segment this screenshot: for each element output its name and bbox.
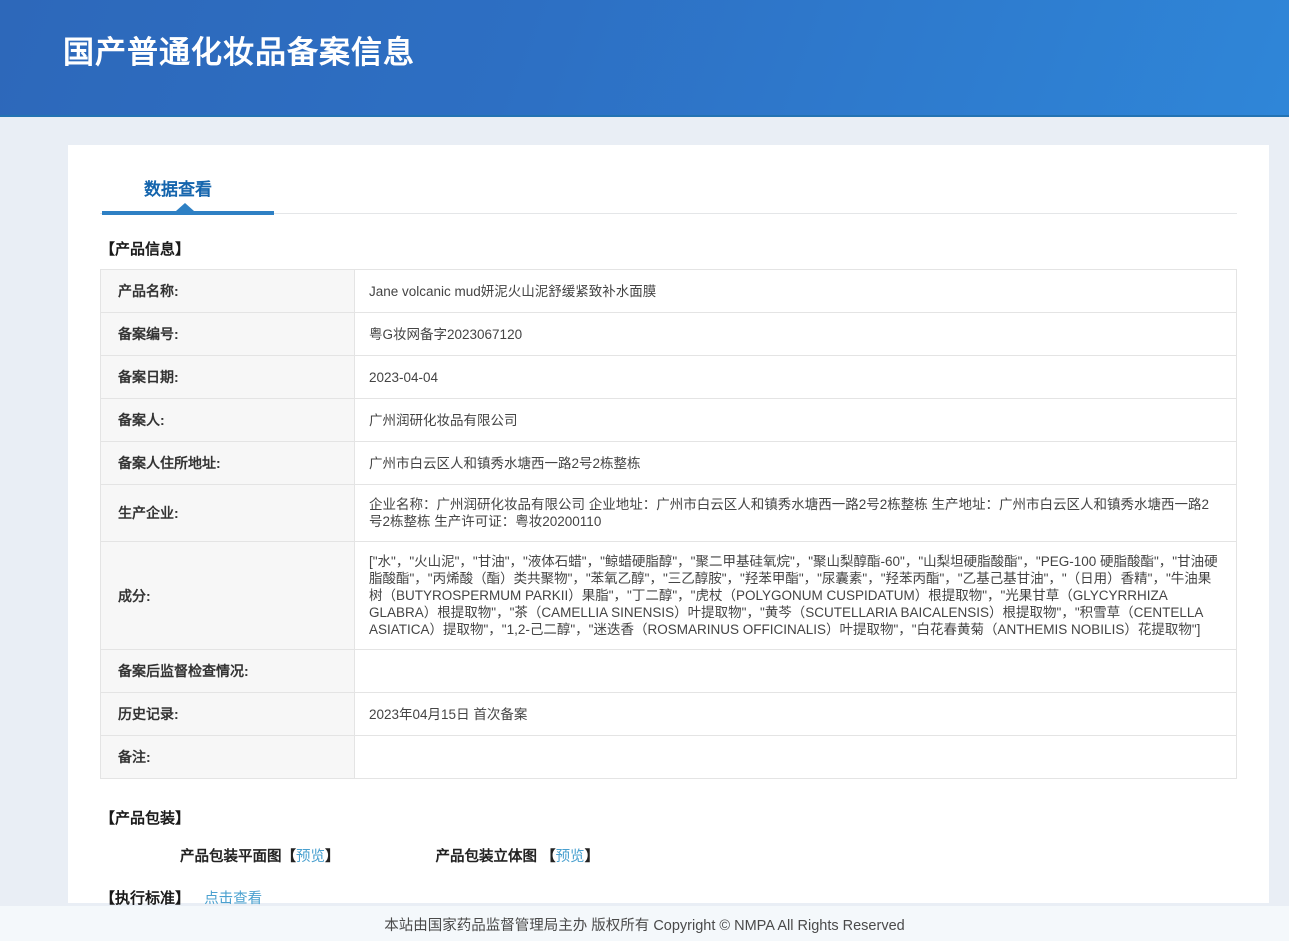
table-row-post-filing-supervision: 备案后监督检查情况: [101,650,1237,693]
field-label-ingredients: 成分: [101,542,355,650]
table-row-filer-address: 备案人住所地址: 广州市白云区人和镇秀水塘西一路2号2栋整栋 [101,442,1237,485]
field-label-filer: 备案人: [101,399,355,442]
field-value-filing-date: 2023-04-04 [355,356,1237,399]
page-header: 国产普通化妆品备案信息 [0,0,1289,117]
field-value-filer: 广州润研化妆品有限公司 [355,399,1237,442]
packaging-flat-preview-link[interactable]: 预览 [296,849,325,865]
packaging-flat-label: 产品包装平面图 [180,849,282,865]
field-label-post-filing-supervision: 备案后监督检查情况: [101,650,355,693]
active-tab-underline [102,211,274,215]
packaging-stereo-group: 产品包装立体图 【预览】 [436,849,600,865]
table-row-remarks: 备注: [101,736,1237,779]
field-label-manufacturer: 生产企业: [101,485,355,542]
table-row-filing-number: 备案编号: 粤G妆网备字2023067120 [101,313,1237,356]
table-row-ingredients: 成分: ["水"，"火山泥"，"甘油"，"液体石蜡"，"鲸蜡硬脂醇"，"聚二甲基… [101,542,1237,650]
content-card: 数据查看 【产品信息】 产品名称: Jane volcanic mud妍泥火山泥… [68,145,1269,903]
section-title-execution-standard: 【执行标准】 [100,890,190,907]
field-label-filing-date: 备案日期: [101,356,355,399]
page-title: 国产普通化妆品备案信息 [0,0,1289,72]
field-value-ingredients: ["水"，"火山泥"，"甘油"，"液体石蜡"，"鲸蜡硬脂醇"，"聚二甲基硅氧烷"… [355,542,1237,650]
page-footer: 本站由国家药品监督管理局主办 版权所有 Copyright © NMPA All… [0,906,1289,941]
packaging-line: 产品包装平面图【预览】 产品包装立体图 【预览】 [68,845,1269,866]
bracket-close: 】 [585,849,600,865]
active-tab-caret-icon [176,203,194,211]
field-value-history: 2023年04月15日 首次备案 [355,693,1237,736]
table-row-filer: 备案人: 广州润研化妆品有限公司 [101,399,1237,442]
field-value-filer-address: 广州市白云区人和镇秀水塘西一路2号2栋整栋 [355,442,1237,485]
execution-standard-view-link[interactable]: 点击查看 [204,891,262,907]
field-value-post-filing-supervision [355,650,1237,693]
packaging-flat-group: 产品包装平面图【预览】 [180,849,344,865]
field-value-remarks [355,736,1237,779]
copyright-text: 本站由国家药品监督管理局主办 版权所有 Copyright © NMPA All… [384,918,904,934]
execution-standard-line: 【执行标准】 点击查看 [68,887,1269,908]
field-label-filer-address: 备案人住所地址: [101,442,355,485]
field-value-product-name: Jane volcanic mud妍泥火山泥舒缓紧致补水面膜 [355,270,1237,313]
bracket-open: 【 [282,849,297,865]
table-row-manufacturer: 生产企业: 企业名称：广州润研化妆品有限公司 企业地址：广州市白云区人和镇秀水塘… [101,485,1237,542]
table-row-history: 历史记录: 2023年04月15日 首次备案 [101,693,1237,736]
tab-bar: 数据查看 [100,145,1237,214]
section-title-packaging: 【产品包装】 [100,807,1269,828]
field-label-remarks: 备注: [101,736,355,779]
packaging-stereo-label: 产品包装立体图 [436,849,542,865]
packaging-stereo-preview-link[interactable]: 预览 [556,849,585,865]
product-info-table: 产品名称: Jane volcanic mud妍泥火山泥舒缓紧致补水面膜 备案编… [100,269,1237,779]
section-title-product-info: 【产品信息】 [100,238,1269,259]
table-row-product-name: 产品名称: Jane volcanic mud妍泥火山泥舒缓紧致补水面膜 [101,270,1237,313]
field-value-filing-number: 粤G妆网备字2023067120 [355,313,1237,356]
bracket-open: 【 [541,849,556,865]
field-label-history: 历史记录: [101,693,355,736]
bracket-close: 】 [325,849,340,865]
field-value-manufacturer: 企业名称：广州润研化妆品有限公司 企业地址：广州市白云区人和镇秀水塘西一路2号2… [355,485,1237,542]
table-row-filing-date: 备案日期: 2023-04-04 [101,356,1237,399]
field-label-product-name: 产品名称: [101,270,355,313]
field-label-filing-number: 备案编号: [101,313,355,356]
